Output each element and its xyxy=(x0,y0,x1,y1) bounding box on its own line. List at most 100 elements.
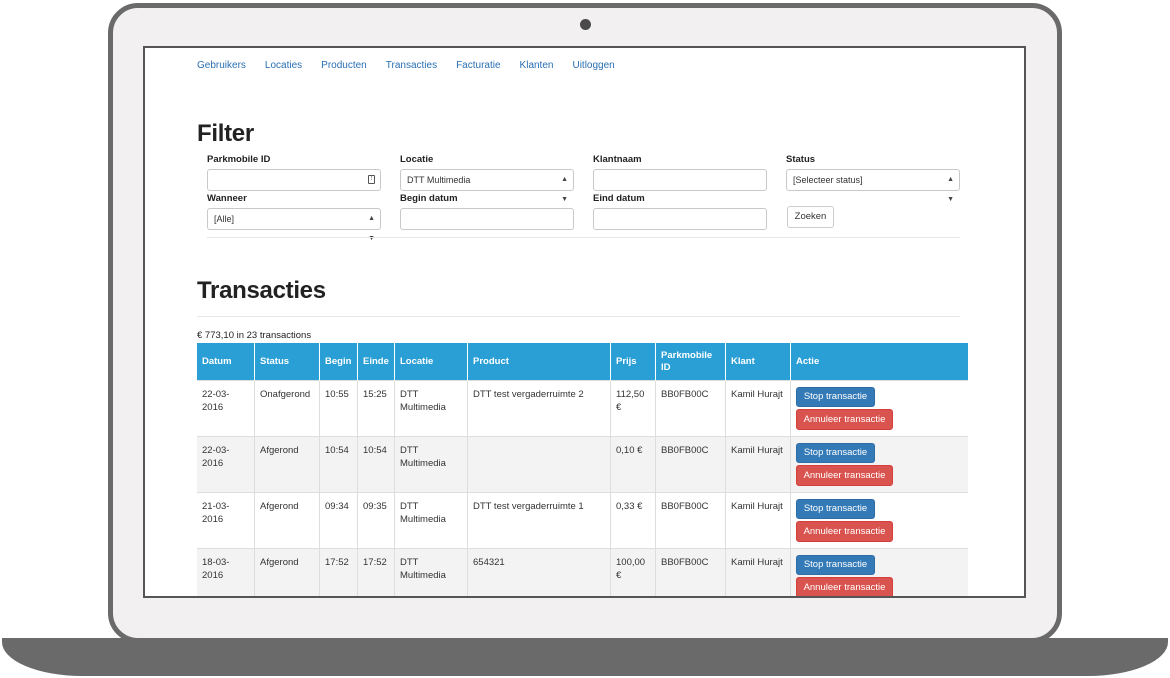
cell-datum: 18-03-2016 xyxy=(197,548,255,596)
cancel-transaction-button[interactable]: Annuleer transactie xyxy=(796,521,893,542)
cell-product: DTT test vergaderruimte 2 xyxy=(467,380,611,437)
cell-prijs: 112,50 € xyxy=(610,380,656,437)
cell-einde: 09:35 xyxy=(357,492,395,549)
col-klant: Klant xyxy=(725,343,791,381)
cell-product xyxy=(467,436,611,493)
nav-transacties[interactable]: Transacties xyxy=(386,59,437,73)
cell-product: 654321 xyxy=(467,548,611,596)
nav-uitloggen[interactable]: Uitloggen xyxy=(572,59,614,73)
status-label: Status xyxy=(786,154,816,165)
cell-parkmobile-id: BB0FB00C xyxy=(655,548,726,596)
cell-begin: 09:34 xyxy=(319,492,358,549)
cell-locatie: DTT Multimedia xyxy=(394,380,468,437)
cell-begin: 10:54 xyxy=(319,436,358,493)
klantnaam-input[interactable] xyxy=(593,169,767,191)
stop-transaction-button[interactable]: Stop transactie xyxy=(796,443,875,463)
camera-icon xyxy=(580,19,591,30)
cell-actie: Stop transactie Annuleer transactie xyxy=(790,380,968,437)
nav-gebruikers[interactable]: Gebruikers xyxy=(197,59,246,73)
select-arrows-icon: ▲ ▼ xyxy=(947,176,954,203)
cell-locatie: DTT Multimedia xyxy=(394,548,468,596)
cancel-transaction-button[interactable]: Annuleer transactie xyxy=(796,577,893,596)
cancel-transaction-button[interactable]: Annuleer transactie xyxy=(796,465,893,486)
nav-locaties[interactable]: Locaties xyxy=(265,59,302,73)
eind-datum-label: Eind datum xyxy=(593,193,645,204)
wanneer-select[interactable]: [Alle] ▲ ▼ xyxy=(207,208,381,242)
parkmobile-id-label: Parkmobile ID xyxy=(207,154,271,165)
cell-actie: Stop transactie Annuleer transactie xyxy=(790,436,968,493)
cell-parkmobile-id: BB0FB00C xyxy=(655,492,726,549)
cell-einde: 17:52 xyxy=(357,548,395,596)
klantnaam-label: Klantnaam xyxy=(593,154,642,165)
cell-prijs: 100,00 € xyxy=(610,548,656,596)
select-arrows-icon: ▲ ▼ xyxy=(368,215,375,242)
cell-parkmobile-id: BB0FB00C xyxy=(655,380,726,437)
cell-klant: Kamil Hurajt xyxy=(725,380,791,437)
table-row: 21-03-2016 Afgerond 09:34 09:35 DTT Mult… xyxy=(197,492,968,549)
cell-parkmobile-id: BB0FB00C xyxy=(655,436,726,493)
stop-transaction-button[interactable]: Stop transactie xyxy=(796,387,875,407)
parkmobile-id-input[interactable]: ⁝ xyxy=(207,169,381,191)
cell-prijs: 0,33 € xyxy=(610,492,656,549)
col-begin: Begin xyxy=(319,343,358,381)
begin-datum-input[interactable] xyxy=(400,208,574,230)
filter-divider xyxy=(207,237,960,238)
transactions-summary: € 773,10 in 23 transactions xyxy=(197,330,312,341)
cell-klant: Kamil Hurajt xyxy=(725,436,791,493)
transactions-divider xyxy=(197,316,960,317)
table-row: 22-03-2016 Afgerond 10:54 10:54 DTT Mult… xyxy=(197,436,968,493)
col-datum: Datum xyxy=(197,343,255,381)
cell-klant: Kamil Hurajt xyxy=(725,548,791,596)
cell-klant: Kamil Hurajt xyxy=(725,492,791,549)
status-select[interactable]: [Selecteer status] ▲ ▼ xyxy=(786,169,960,203)
col-locatie: Locatie xyxy=(394,343,468,381)
wanneer-value: [Alle] xyxy=(214,214,235,224)
id-card-icon: ⁝ xyxy=(368,175,375,184)
filter-title: Filter xyxy=(197,120,254,147)
cell-einde: 10:54 xyxy=(357,436,395,493)
browser-screen: Gebruikers Locaties Producten Transactie… xyxy=(143,46,1026,598)
cell-datum: 21-03-2016 xyxy=(197,492,255,549)
col-prijs: Prijs xyxy=(610,343,656,381)
cell-product: DTT test vergaderruimte 1 xyxy=(467,492,611,549)
transactions-table: Datum Status Begin Einde Locatie Product… xyxy=(197,343,968,596)
cancel-transaction-button[interactable]: Annuleer transactie xyxy=(796,409,893,430)
cell-prijs: 0,10 € xyxy=(610,436,656,493)
cell-status: Onafgerond xyxy=(254,380,320,437)
stop-transaction-button[interactable]: Stop transactie xyxy=(796,555,875,575)
transactions-title: Transacties xyxy=(197,277,326,304)
table-header-row: Datum Status Begin Einde Locatie Product… xyxy=(197,343,968,381)
col-einde: Einde xyxy=(357,343,395,381)
wanneer-label: Wanneer xyxy=(207,193,247,204)
stop-transaction-button[interactable]: Stop transactie xyxy=(796,499,875,519)
nav-klanten[interactable]: Klanten xyxy=(520,59,554,73)
top-nav: Gebruikers Locaties Producten Transactie… xyxy=(197,59,634,73)
col-status: Status xyxy=(254,343,320,381)
col-actie: Actie xyxy=(790,343,968,381)
begin-datum-label: Begin datum xyxy=(400,193,458,204)
status-value: [Selecteer status] xyxy=(793,175,863,185)
cell-actie: Stop transactie Annuleer transactie xyxy=(790,548,968,596)
table-row: 22-03-2016 Onafgerond 10:55 15:25 DTT Mu… xyxy=(197,380,968,437)
cell-locatie: DTT Multimedia xyxy=(394,436,468,493)
locatie-select[interactable]: DTT Multimedia ▲ ▼ xyxy=(400,169,574,203)
cell-einde: 15:25 xyxy=(357,380,395,437)
select-arrows-icon: ▲ ▼ xyxy=(561,176,568,203)
laptop-base xyxy=(2,638,1168,676)
nav-facturatie[interactable]: Facturatie xyxy=(456,59,500,73)
search-button[interactable]: Zoeken xyxy=(787,206,834,228)
cell-locatie: DTT Multimedia xyxy=(394,492,468,549)
cell-datum: 22-03-2016 xyxy=(197,436,255,493)
cell-begin: 10:55 xyxy=(319,380,358,437)
eind-datum-input[interactable] xyxy=(593,208,767,230)
cell-begin: 17:52 xyxy=(319,548,358,596)
cell-status: Afgerond xyxy=(254,436,320,493)
col-parkmobile-id: Parkmobile ID xyxy=(655,343,726,381)
cell-actie: Stop transactie Annuleer transactie xyxy=(790,492,968,549)
cell-status: Afgerond xyxy=(254,548,320,596)
locatie-label: Locatie xyxy=(400,154,434,165)
nav-producten[interactable]: Producten xyxy=(321,59,367,73)
cell-datum: 22-03-2016 xyxy=(197,380,255,437)
cell-status: Afgerond xyxy=(254,492,320,549)
locatie-value: DTT Multimedia xyxy=(407,175,471,185)
